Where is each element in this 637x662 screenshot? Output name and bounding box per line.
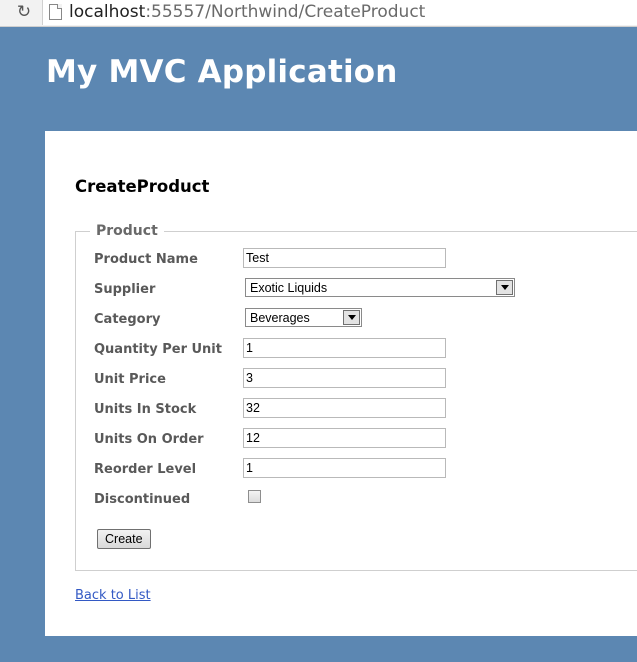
url-host: localhost <box>69 2 146 22</box>
units-in-stock-input[interactable] <box>243 398 446 418</box>
supplier-selected-value: Exotic Liquids <box>250 281 328 295</box>
url-path: :55557/Northwind/CreateProduct <box>145 2 426 22</box>
units-on-order-label: Units On Order <box>94 432 204 447</box>
unit-price-label: Unit Price <box>94 372 166 387</box>
supplier-label: Supplier <box>94 282 156 297</box>
quantity-per-unit-label: Quantity Per Unit <box>94 342 222 357</box>
product-name-label: Product Name <box>94 252 198 267</box>
category-selected-value: Beverages <box>250 311 310 325</box>
discontinued-label: Discontinued <box>94 492 191 507</box>
main-content: CreateProduct Product Product Name Suppl… <box>45 131 637 636</box>
supplier-select[interactable]: Exotic Liquids <box>245 278 515 297</box>
product-name-input[interactable] <box>243 248 446 268</box>
reorder-level-input[interactable] <box>243 458 446 478</box>
reorder-level-label: Reorder Level <box>94 462 197 477</box>
app-title: My MVC Application <box>46 54 398 90</box>
category-select[interactable]: Beverages <box>245 308 362 327</box>
page-title: CreateProduct <box>75 177 210 196</box>
page-icon <box>49 4 62 20</box>
category-label: Category <box>94 312 161 327</box>
quantity-per-unit-input[interactable] <box>243 338 446 358</box>
back-to-list-link[interactable]: Back to List <box>75 588 151 603</box>
discontinued-checkbox[interactable] <box>248 490 261 503</box>
units-on-order-input[interactable] <box>243 428 446 448</box>
url-text[interactable]: localhost:55557/Northwind/CreateProduct <box>69 1 425 23</box>
address-bar[interactable]: localhost:55557/Northwind/CreateProduct <box>42 0 637 25</box>
create-button[interactable]: Create <box>97 529 151 549</box>
fieldset-legend: Product <box>90 223 164 239</box>
reload-icon[interactable]: ↻ <box>14 2 34 22</box>
browser-toolbar: ↻ localhost:55557/Northwind/CreateProduc… <box>0 0 637 27</box>
units-in-stock-label: Units In Stock <box>94 402 197 417</box>
supplier-dropdown-button[interactable] <box>496 280 513 295</box>
category-dropdown-button[interactable] <box>343 310 360 325</box>
chevron-down-icon <box>501 285 509 290</box>
unit-price-input[interactable] <box>243 368 446 388</box>
chevron-down-icon <box>348 315 356 320</box>
product-fieldset: Product Product Name Supplier Exotic Liq… <box>75 223 637 571</box>
